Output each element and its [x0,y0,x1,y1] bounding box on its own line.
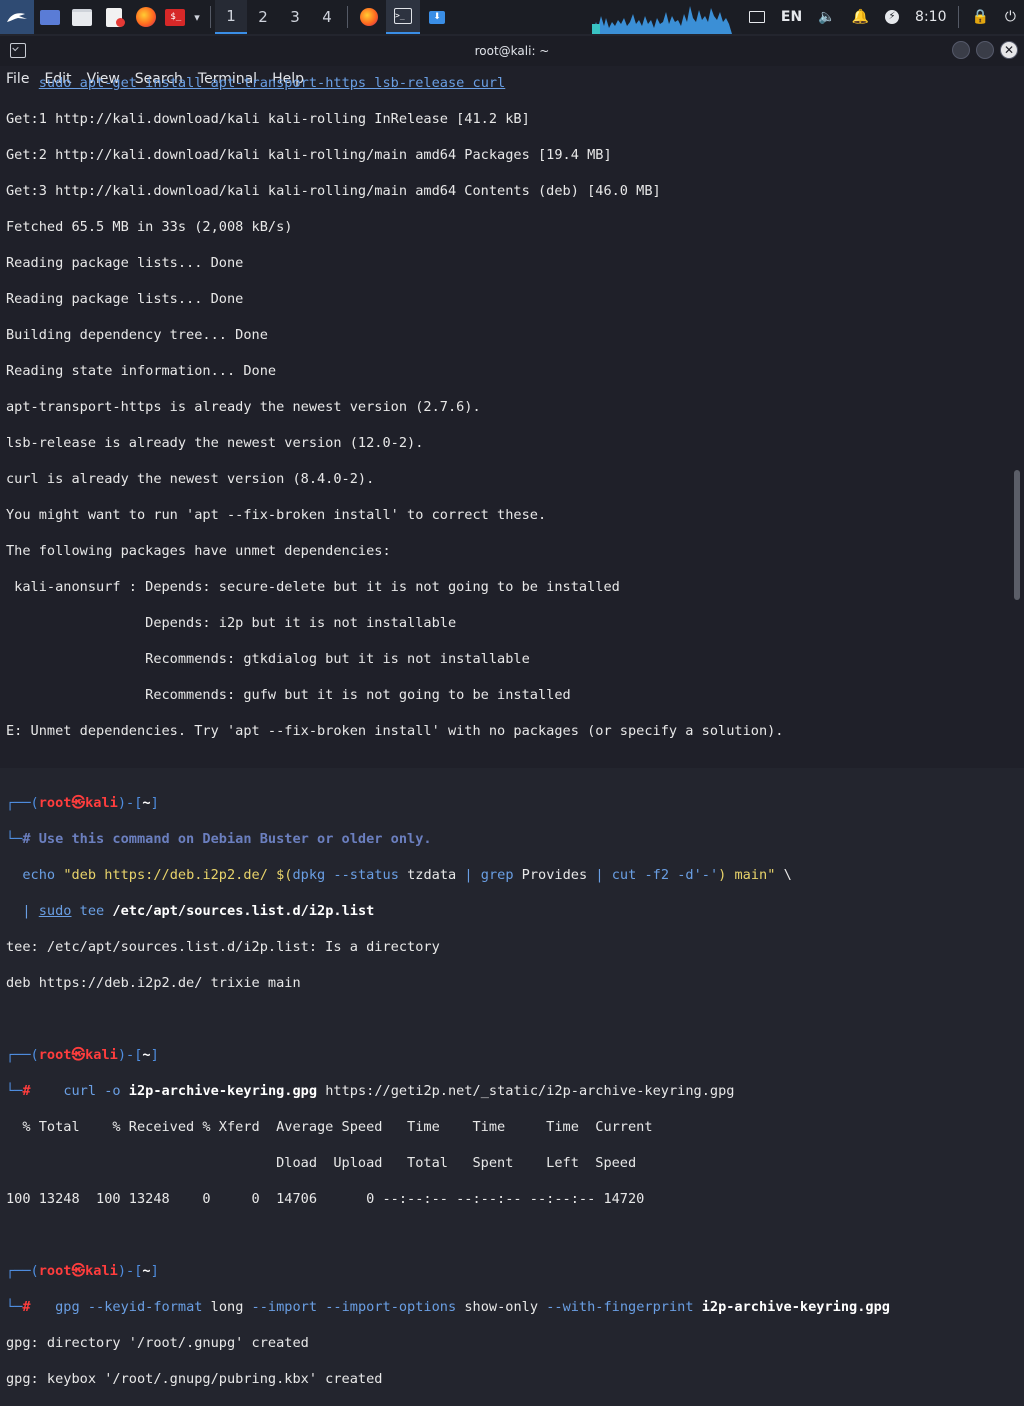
terminal-line: Recommends: gtkdialog but it is not inst… [6,651,530,667]
logout-icon[interactable]: ⏻ [1005,9,1016,25]
network-graph [592,6,732,34]
notification-bell-icon[interactable]: 🔔 [852,9,869,25]
kali-menu-icon[interactable] [0,0,34,34]
volume-icon[interactable]: 🔈 [818,9,835,25]
terminal-line: deb https://deb.i2p2.de/ trixie main [6,975,301,991]
terminal-line: kali-anonsurf : Depends: secure-delete b… [6,579,620,595]
terminal-line: Reading state information... Done [6,363,277,379]
power-manager-icon[interactable]: ⚡ [885,10,900,24]
terminal-line: Depends: i2p but it is not installable [6,615,457,631]
keyboard-layout-indicator[interactable]: EN [781,9,802,25]
terminal-line: E: Unmet dependencies. Try 'apt --fix-br… [6,723,784,739]
terminal-line: | sudo tee /etc/apt/sources.list.d/i2p.l… [22,903,375,919]
panel-separator [958,6,960,28]
workspace-4[interactable]: 4 [311,0,343,34]
terminal-line: % Total % Received % Xferd Average Speed… [6,1119,653,1135]
text-editor-icon[interactable] [98,0,130,34]
prompt-line: ┌──(root㉿kali)-[~] [6,795,159,811]
downloads-task-icon[interactable]: ⬇ [420,0,454,34]
terminal-scrollbar[interactable] [1014,470,1020,600]
workspace-3[interactable]: 3 [279,0,311,34]
terminal-line: gpg: keybox '/root/.gnupg/pubring.kbx' c… [6,1371,383,1387]
terminal-line: 100 13248 100 13248 0 0 14706 0 --:--:--… [6,1191,645,1207]
terminal-line: gpg: directory '/root/.gnupg' created [6,1335,309,1351]
terminal-line: └─# gpg --keyid-format long --import --i… [6,1299,890,1315]
terminal-line: └─# Use this command on Debian Buster or… [6,831,432,847]
terminal-line: Reading package lists... Done [6,291,244,307]
terminal-icon[interactable]: $_ [162,0,188,34]
lock-icon[interactable]: 🔒 [971,9,988,25]
clock[interactable]: 8:10 [915,9,946,25]
top-panel: $_ ▾ 1 2 3 4 >_ ⬇ EN 🔈 🔔 ⚡ 8:10 🔒 ⏻ [0,0,1024,34]
terminal-output[interactable]: sudo apt-get install apt-transport-https… [6,56,1008,1387]
terminal-line: └─# curl -o i2p-archive-keyring.gpg http… [6,1083,735,1099]
terminal-task-icon[interactable]: >_ [386,0,420,34]
workspace-2[interactable]: 2 [247,0,279,34]
desktop-icon[interactable] [34,0,66,34]
workspace-1[interactable]: 1 [215,0,247,34]
files-icon[interactable] [66,0,98,34]
firefox-icon[interactable] [130,0,162,34]
terminal-line: sudo apt-get install apt-transport-https… [38,75,506,91]
panel-separator [347,6,348,28]
terminal-line: Get:2 http://kali.download/kali kali-rol… [6,147,612,163]
terminal-line: tee: /etc/apt/sources.list.d/i2p.list: I… [6,939,440,955]
terminal-line: Get:1 http://kali.download/kali kali-rol… [6,111,530,127]
terminal-line: apt-transport-https is already the newes… [6,399,481,415]
terminal-line: Reading package lists... Done [6,255,244,271]
terminal-line: Fetched 65.5 MB in 33s (2,008 kB/s) [6,219,293,235]
terminal-line: Dload Upload Total Spent Left Speed [6,1155,637,1171]
terminal-line: Recommends: gufw but it is not going to … [6,687,571,703]
terminal-line: The following packages have unmet depend… [6,543,391,559]
prompt-line: ┌──(root㉿kali)-[~] [6,1047,159,1063]
terminal-line: lsb-release is already the newest versio… [6,435,424,451]
panel-separator [210,6,211,28]
chevron-down-icon[interactable]: ▾ [188,0,206,34]
prompt-line: ┌──(root㉿kali)-[~] [6,1263,159,1279]
system-tray: EN 🔈 🔔 ⚡ 8:10 🔒 ⏻ [741,0,1024,34]
firefox-task-icon[interactable] [352,0,386,34]
terminal-line: Building dependency tree... Done [6,327,268,343]
terminal-line: curl is already the newest version (8.4.… [6,471,375,487]
terminal-line: You might want to run 'apt --fix-broken … [6,507,547,523]
terminal-line: Get:3 http://kali.download/kali kali-rol… [6,183,661,199]
terminal-line: echo "deb https://deb.i2p2.de/ $(dpkg --… [22,867,792,883]
display-icon[interactable] [748,11,765,23]
